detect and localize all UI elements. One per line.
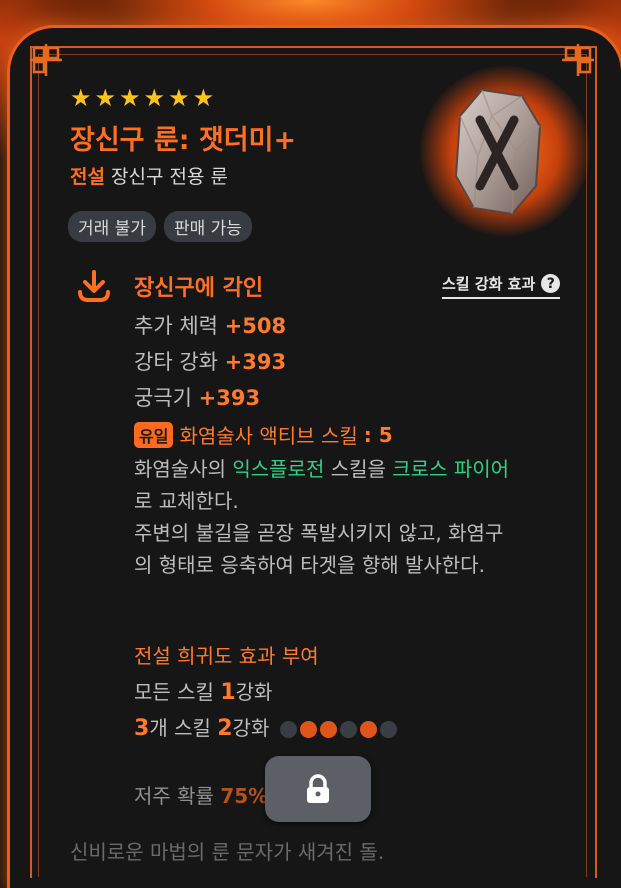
star-icon: ★: [168, 84, 190, 112]
lock-button[interactable]: [265, 756, 371, 822]
grant-line-all: 모든 스킬 1강화: [134, 676, 272, 705]
skill-dot-empty: [379, 721, 397, 738]
stat-value: +508: [224, 314, 287, 338]
stat-row: 추가 체력 +508: [134, 310, 286, 340]
ornament-corner-icon: [30, 44, 62, 76]
unique-badge: 유일: [134, 421, 174, 448]
skill-name-explosion: 익스플로전: [232, 457, 325, 481]
grant-title: 전설 희귀도 효과 부여: [134, 644, 319, 668]
skill-dot-filled: [359, 721, 377, 738]
skill-description: 화염술사의 익스플로전 스킬을 크로스 파이어로 교체한다. 주변의 불길을 곧…: [134, 453, 514, 581]
grant-text: 강화: [232, 716, 270, 740]
stat-label: 강타 강화: [134, 350, 218, 374]
tag-sell: 판매 가능: [163, 211, 252, 242]
item-subtitle: 전설 장신구 전용 룬: [70, 162, 228, 189]
stat-value: +393: [224, 350, 287, 374]
skill-name-crossfire: 크로스 파이어: [392, 457, 510, 481]
grade-label: 전설: [70, 166, 105, 188]
skill-dot-empty: [339, 721, 357, 738]
grant-line-skills: 3개 스킬 2강화: [134, 712, 397, 741]
star-icon: ★: [119, 84, 141, 112]
engrave-download-icon: [78, 270, 110, 302]
desc-text: 스킬을: [324, 457, 393, 481]
stat-label: 궁극기: [134, 386, 192, 410]
curse-chance: 저주 확률 75%: [134, 780, 268, 809]
item-title: 장신구 룬: 잿더미+: [70, 125, 297, 156]
tag-trade: 거래 불가: [68, 211, 156, 242]
flavor-text: 신비로운 마법의 룬 문자가 새겨진 돌.: [70, 840, 385, 864]
unique-value: : 5: [363, 422, 393, 447]
stat-label: 추가 체력: [134, 314, 218, 338]
skill-enhance-help-link[interactable]: 스킬 강화 효과 ?: [442, 273, 561, 299]
curse-label: 저주 확률: [134, 784, 221, 808]
skill-dot-filled: [319, 721, 337, 738]
stat-row: 강타 강화 +393: [134, 346, 286, 376]
skill-dot-filled: [299, 721, 317, 738]
rarity-stars: ★ ★ ★ ★ ★ ★: [70, 86, 214, 110]
star-icon: ★: [70, 84, 92, 112]
skill-dots: [279, 721, 397, 738]
rune-stone-icon: [454, 88, 542, 216]
grant-number: 1: [220, 680, 236, 705]
grant-number: 3: [134, 716, 150, 741]
ornament-corner-icon: [562, 44, 594, 76]
curse-value: 75%: [220, 784, 269, 808]
desc-text: 화염술사의: [134, 457, 233, 481]
star-icon: ★: [192, 84, 215, 112]
lock-icon: [307, 774, 329, 803]
engrave-title: 장신구에 각인: [134, 276, 264, 301]
grant-number: 2: [217, 716, 233, 741]
star-icon: ★: [94, 84, 117, 112]
unique-text: 화염술사 액티브 스킬: [179, 424, 358, 448]
skill-help-label: 스킬 강화 효과: [442, 275, 536, 293]
star-icon: ★: [143, 84, 166, 112]
grant-text: 강화: [235, 680, 273, 704]
item-tags: 거래 불가 판매 가능: [68, 211, 252, 242]
stat-value: +393: [198, 386, 261, 410]
grant-text: 개 스킬: [149, 716, 218, 740]
stat-row: 궁극기 +393: [134, 382, 260, 412]
item-type: 장신구 전용 룬: [111, 166, 228, 188]
desc-text: 주변의 불길을 곧장 폭발시키지 않고, 화염구의 형태로 응축하여 타겟을 향…: [134, 521, 504, 577]
desc-text: 로 교체한다.: [134, 489, 239, 513]
skill-dot-empty: [279, 721, 297, 738]
grant-text: 모든 스킬: [134, 680, 221, 704]
unique-effect: 유일 화염술사 액티브 스킬: 5: [134, 420, 393, 449]
help-icon: ?: [541, 274, 561, 293]
